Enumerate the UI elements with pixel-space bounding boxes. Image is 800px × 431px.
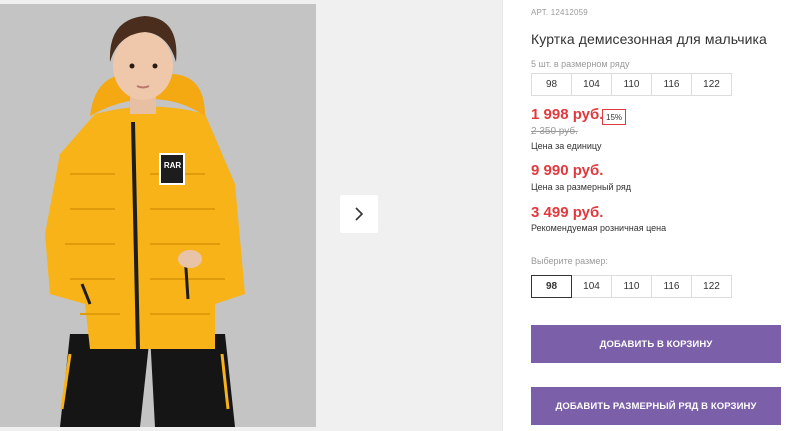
choose-size-label: Выберите размер:	[531, 256, 608, 266]
product-sku: АРТ. 12412059	[531, 8, 588, 17]
add-size-row-to-cart-button[interactable]: ДОБАВИТЬ РАЗМЕРНЫЙ РЯД В КОРЗИНУ	[531, 387, 781, 425]
gallery-next-button[interactable]	[340, 195, 378, 233]
discount-badge: 15%	[602, 109, 627, 125]
price-retail: 3 499 руб.	[531, 204, 604, 221]
size-row-item: 98	[531, 73, 572, 96]
size-row-item: 122	[691, 73, 732, 96]
jacket-patch-label: RAR	[163, 161, 182, 170]
product-title: Куртка демисезонная для мальчика	[531, 31, 767, 47]
size-row-item: 116	[651, 73, 692, 96]
size-option-110[interactable]: 110	[611, 275, 652, 298]
size-option-104[interactable]: 104	[571, 275, 612, 298]
divider	[502, 0, 503, 431]
size-row-caption: 5 шт. в размерном ряду	[531, 59, 630, 69]
product-photo-illustration	[0, 4, 316, 427]
chevron-right-icon	[355, 207, 364, 221]
price-unit: 1 998 руб.	[531, 106, 604, 123]
add-to-cart-button[interactable]: ДОБАВИТЬ В КОРЗИНУ	[531, 325, 781, 363]
size-option-98[interactable]: 98	[531, 275, 572, 298]
size-row-item: 104	[571, 73, 612, 96]
size-selector: 98 104 110 116 122	[531, 275, 732, 298]
price-size-row: 9 990 руб.	[531, 162, 604, 179]
price-retail-note: Рекомендуемая розничная цена	[531, 223, 667, 233]
size-row-list: 98 104 110 116 122	[531, 73, 732, 96]
product-gallery: RAR	[0, 0, 502, 431]
size-option-122[interactable]: 122	[691, 275, 732, 298]
price-size-row-note: Цена за размерный ряд	[531, 182, 632, 192]
price-unit-note: Цена за единицу	[531, 141, 602, 151]
size-row-item: 110	[611, 73, 652, 96]
size-option-116[interactable]: 116	[651, 275, 692, 298]
old-price: 2 350 руб.	[531, 126, 578, 137]
product-photo[interactable]: RAR	[0, 4, 316, 427]
